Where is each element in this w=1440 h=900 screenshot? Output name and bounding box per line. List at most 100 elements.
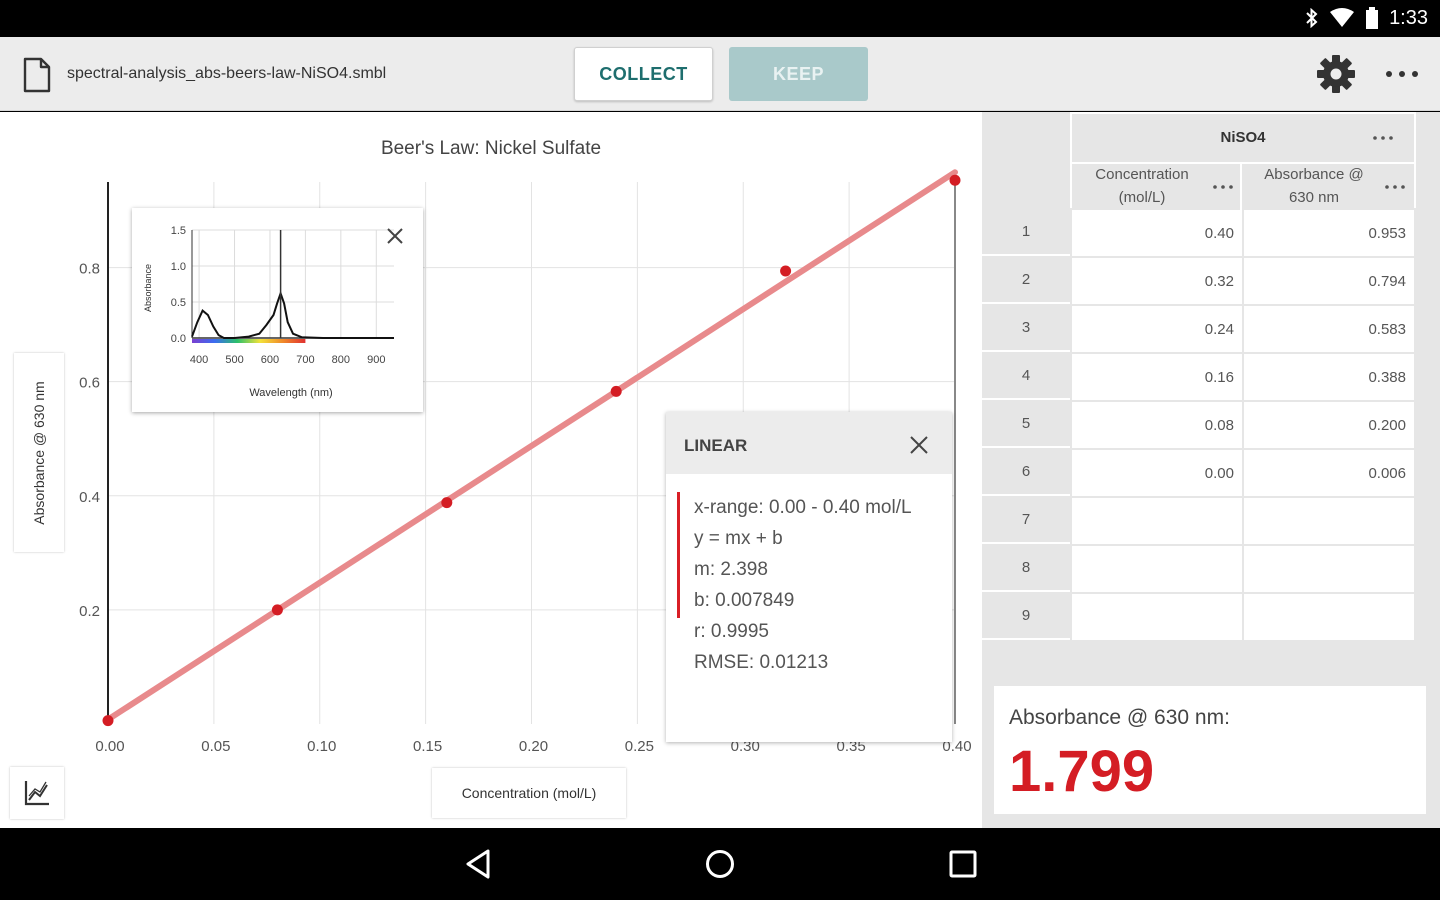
inset-y-tick-label: 1.5 [171,225,186,237]
data-point[interactable] [441,497,453,509]
cell-absorbance[interactable]: 0.200 [1244,402,1414,448]
row-number[interactable]: 1 [982,208,1070,256]
battery-icon [1366,7,1379,29]
fit-correlation: r: 0.9995 [694,621,769,642]
cell-concentration[interactable]: 0.24 [1072,306,1242,352]
x-tick-label: 0.25 [625,738,654,755]
cell-absorbance[interactable] [1244,594,1414,640]
linear-fit-header: LINEAR [666,412,952,474]
inset-x-tick-label: 600 [261,354,279,366]
y-axis-label: Absorbance @ 630 nm [31,381,47,525]
y-tick-label: 0.2 [79,603,100,620]
data-point[interactable] [271,604,283,616]
wifi-icon [1330,8,1355,27]
row-number[interactable]: 7 [982,496,1070,544]
group-header[interactable]: NiSO4 [1070,112,1416,162]
x-tick-label: 0.20 [519,738,548,755]
cell-concentration[interactable]: 0.40 [1072,210,1242,256]
graph-area: 0.00 0.05 0.10 0.15 0.20 0.25 0.30 0.35 0.40 0.2 0… [0,112,982,828]
data-point[interactable] [610,385,622,397]
x-tick-label: 0.10 [307,738,336,755]
row-number[interactable]: 8 [982,544,1070,592]
linear-fit-panel[interactable]: LINEAR x-range: 0.00 - 0.40 mol/L y = mx… [666,412,952,742]
app-toolbar: spectral-analysis_abs-beers-law-NiSO4.sm… [0,37,1440,111]
cell-absorbance[interactable]: 0.953 [1244,210,1414,256]
column-header-absorbance[interactable]: Absorbance @ 630 nm [1244,164,1414,210]
cell-concentration[interactable]: 0.00 [1072,450,1242,496]
row-number[interactable]: 2 [982,256,1070,304]
row-number[interactable]: 5 [982,400,1070,448]
inset-ylabel: Absorbance [143,264,153,312]
cell-absorbance[interactable] [1244,498,1414,544]
column-menu-icon[interactable] [1212,183,1234,191]
cell-absorbance[interactable] [1244,546,1414,592]
overflow-menu-icon[interactable] [1384,59,1420,89]
collect-button[interactable]: COLLECT [574,47,713,101]
inset-xlabel: Wavelength (nm) [249,387,332,399]
file-name[interactable]: spectral-analysis_abs-beers-law-NiSO4.sm… [67,65,386,83]
status-bar: 1:33 [0,0,1440,37]
group-menu-icon[interactable] [1372,134,1394,142]
column-menu-icon[interactable] [1384,183,1406,191]
close-icon[interactable] [909,435,929,455]
x-tick-label: 0.05 [201,738,230,755]
cell-concentration[interactable] [1072,546,1242,592]
close-icon[interactable] [386,227,404,245]
cell-absorbance[interactable]: 0.583 [1244,306,1414,352]
cell-concentration[interactable] [1072,498,1242,544]
spectrum-inset[interactable]: 400 500 600 700 800 900 0.0 0.5 1.0 1.5 Absorbanc… [132,208,423,412]
graph-tools-button[interactable] [10,767,64,819]
recents-icon[interactable] [948,849,978,879]
y-tick-label: 0.4 [79,489,100,506]
cell-concentration[interactable]: 0.32 [1072,258,1242,304]
cell-concentration[interactable]: 0.08 [1072,402,1242,448]
spectrum-curve [191,290,394,339]
row-number[interactable]: 3 [982,304,1070,352]
cell-absorbance[interactable]: 0.006 [1244,450,1414,496]
row-number[interactable]: 4 [982,352,1070,400]
sensor-value: 1.799 [1009,739,1155,804]
column-header-line-1: Absorbance @ [1264,166,1364,183]
inset-x-tick-label: 800 [332,354,350,366]
fit-intercept: b: 0.007849 [694,590,795,611]
keep-button[interactable]: KEEP [729,47,868,101]
inset-x-tick-label: 400 [190,354,208,366]
live-sensor-readout[interactable]: Absorbance @ 630 nm: 1.799 [994,686,1426,814]
file-icon [23,57,51,93]
clock: 1:33 [1389,6,1428,29]
x-axis-label-button[interactable]: Concentration (mol/L) [432,768,626,818]
linear-fit-title: LINEAR [684,436,748,455]
bluetooth-icon [1306,8,1318,28]
cell-concentration[interactable]: 0.16 [1072,354,1242,400]
fit-x-range: x-range: 0.00 - 0.40 mol/L [694,497,912,518]
y-axis-label-button[interactable]: Absorbance @ 630 nm [14,353,64,552]
inset-y-tick-label: 0.5 [171,297,186,309]
inset-y-tick-label: 0.0 [171,333,186,345]
back-icon[interactable] [464,848,494,880]
column-header-concentration[interactable]: Concentration (mol/L) [1072,164,1242,210]
data-point[interactable] [102,715,114,727]
row-number[interactable]: 6 [982,448,1070,496]
home-icon[interactable] [704,848,736,880]
inset-x-tick-label: 700 [296,354,314,366]
inset-x-tick-label: 900 [367,354,385,366]
gear-icon[interactable] [1316,54,1356,94]
data-point[interactable] [780,265,792,277]
cell-absorbance[interactable]: 0.388 [1244,354,1414,400]
fit-equation: y = mx + b [694,528,783,549]
visible-spectrum-strip [192,339,306,343]
y-tick-label: 0.8 [79,261,100,278]
y-tick-label: 0.6 [79,375,100,392]
navigation-bar [0,828,1440,900]
data-table-panel: NiSO4 Concentration (mol/L) Absorbance @… [982,112,1440,828]
sensor-label: Absorbance @ 630 nm: [1009,706,1230,729]
row-number[interactable]: 9 [982,592,1070,640]
graph-tools-icon [24,781,49,806]
column-headers: Concentration (mol/L) Absorbance @ 630 n… [1070,162,1416,210]
cell-concentration[interactable] [1072,594,1242,640]
column-header-line-2: (mol/L) [1118,189,1166,206]
data-point[interactable] [949,174,961,186]
linear-fit-stats: x-range: 0.00 - 0.40 mol/L y = mx + b m:… [666,474,952,678]
cell-absorbance[interactable]: 0.794 [1244,258,1414,304]
fit-rmse: RMSE: 0.01213 [694,652,829,673]
